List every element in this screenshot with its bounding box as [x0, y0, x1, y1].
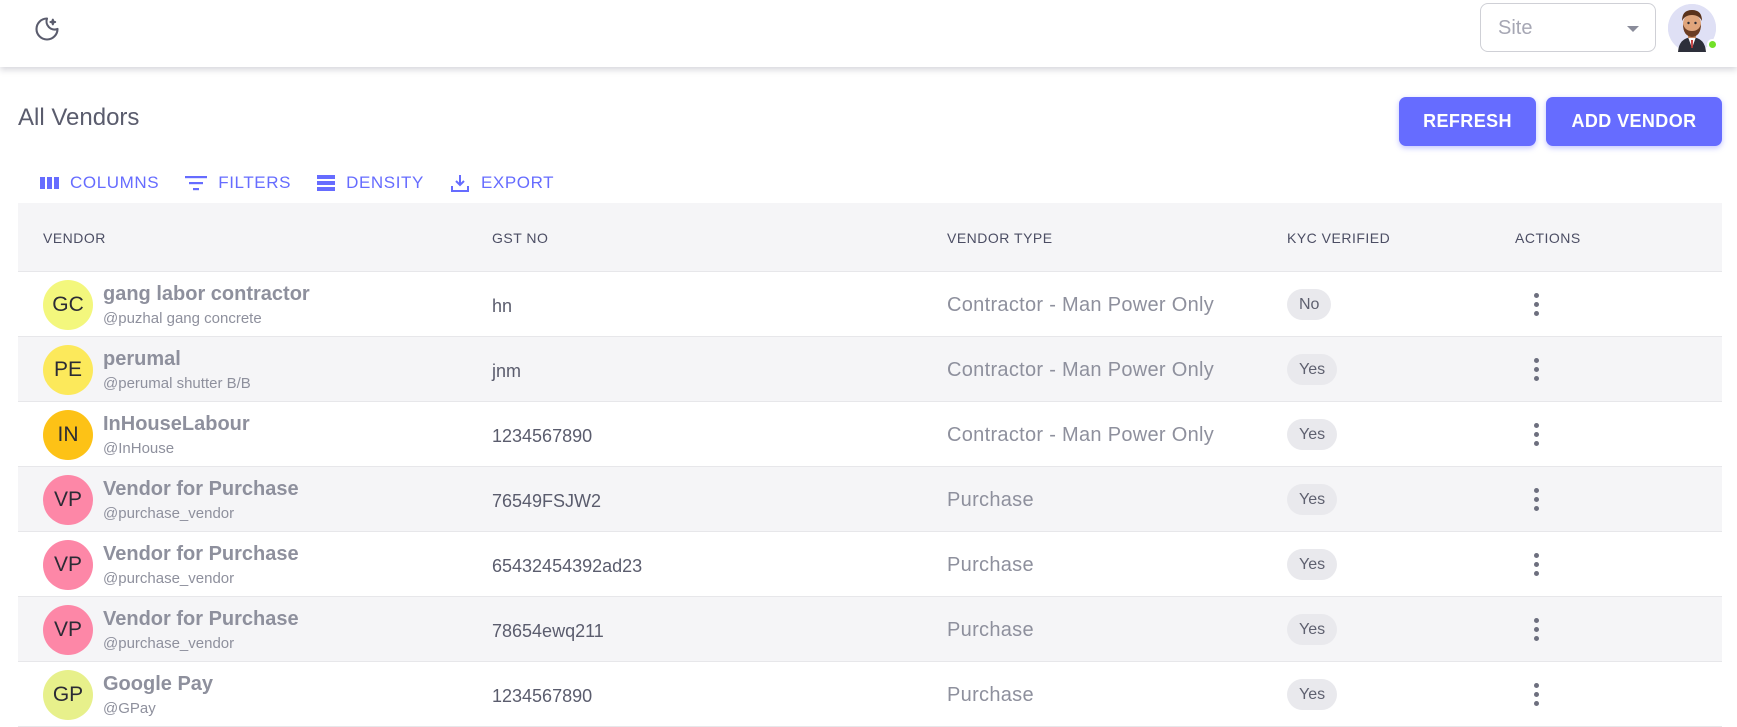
- filters-button[interactable]: FILTERS: [185, 173, 291, 193]
- header-actions: ACTIONS: [1515, 230, 1581, 246]
- columns-label: COLUMNS: [70, 173, 160, 192]
- export-label: EXPORT: [480, 173, 555, 192]
- vendor-type: Purchase: [947, 619, 1034, 641]
- vendor-name: InHouseLabour: [103, 413, 250, 435]
- site-select-placeholder: Site: [1498, 17, 1533, 39]
- kyc-status-badge: Yes: [1287, 419, 1338, 450]
- kyc-status-badge: Yes: [1287, 354, 1338, 385]
- table-row[interactable]: VP Vendor for Purchase @purchase_vendor …: [18, 467, 1722, 532]
- vendor-type: Purchase: [947, 684, 1034, 706]
- more-vertical-icon[interactable]: [1526, 289, 1546, 319]
- filters-label: FILTERS: [218, 173, 292, 192]
- gst-number: 1234567890: [492, 426, 593, 446]
- vendor-avatar: VP: [43, 540, 93, 590]
- table-row[interactable]: VP Vendor for Purchase @purchase_vendor …: [18, 532, 1722, 597]
- add-vendor-button[interactable]: ADD VENDOR: [1546, 97, 1722, 146]
- vendor-avatar: IN: [43, 410, 93, 460]
- page-title: All Vendors: [18, 104, 140, 131]
- gst-number: 78654ewq211: [492, 621, 604, 641]
- vendor-avatar: GC: [43, 280, 93, 330]
- vendor-type: Contractor - Man Power Only: [947, 294, 1215, 316]
- header-gst-no[interactable]: GST NO: [492, 230, 548, 246]
- header-vendor[interactable]: VENDOR: [43, 230, 106, 246]
- gst-number: 65432454392ad23: [492, 556, 643, 576]
- vendor-handle: @purchase_vendor: [103, 570, 235, 587]
- vendor-avatar: GP: [43, 670, 93, 720]
- table-row[interactable]: IN InHouseLabour @InHouse 1234567890 Con…: [18, 402, 1722, 467]
- kyc-status-badge: No: [1287, 289, 1332, 320]
- moon-stars-icon[interactable]: [30, 12, 64, 46]
- vendor-type: Contractor - Man Power Only: [947, 359, 1215, 381]
- more-vertical-icon[interactable]: [1526, 679, 1546, 709]
- vendor-name: perumal: [103, 348, 181, 370]
- more-vertical-icon[interactable]: [1526, 354, 1546, 384]
- vendor-avatar: VP: [43, 605, 93, 655]
- vendor-handle: @purchase_vendor: [103, 505, 235, 522]
- online-status-dot: [1707, 39, 1718, 50]
- table-header: VENDOR GST NO VENDOR TYPE KYC VERIFIED A…: [18, 203, 1722, 272]
- gst-number: jnm: [492, 361, 522, 381]
- vendor-name: gang labor contractor: [103, 283, 310, 305]
- vendor-name: Google Pay: [103, 673, 214, 695]
- columns-button[interactable]: COLUMNS: [40, 173, 159, 193]
- kyc-status-badge: Yes: [1287, 679, 1338, 710]
- vendor-type: Contractor - Man Power Only: [947, 424, 1215, 446]
- vendor-handle: @purchase_vendor: [103, 635, 235, 652]
- kyc-status-badge: Yes: [1287, 549, 1338, 580]
- header-vendor-type[interactable]: VENDOR TYPE: [947, 230, 1053, 246]
- table-row[interactable]: GC gang labor contractor @puzhal gang co…: [18, 272, 1722, 337]
- vendor-initials: GC: [52, 293, 84, 316]
- vendor-initials: VP: [53, 618, 82, 641]
- vendors-table: VENDOR GST NO VENDOR TYPE KYC VERIFIED A…: [18, 203, 1722, 727]
- export-button[interactable]: EXPORT: [450, 173, 554, 193]
- more-vertical-icon[interactable]: [1526, 484, 1546, 514]
- vendor-name: Vendor for Purchase: [103, 543, 299, 565]
- filter-icon: [185, 176, 208, 191]
- vendor-initials: GP: [52, 683, 84, 706]
- avatar[interactable]: [1668, 4, 1718, 52]
- vendor-initials: PE: [53, 358, 82, 381]
- vendor-avatar: PE: [43, 345, 93, 395]
- gst-number: 76549FSJW2: [492, 491, 602, 511]
- density-button[interactable]: DENSITY: [317, 173, 424, 193]
- table-body: GC gang labor contractor @puzhal gang co…: [18, 272, 1722, 727]
- vendor-avatar: VP: [43, 475, 93, 525]
- vendor-type: Purchase: [947, 489, 1034, 511]
- refresh-button[interactable]: REFRESH: [1399, 97, 1536, 146]
- gst-number: hn: [492, 296, 513, 316]
- top-app-bar: Site: [0, 0, 1737, 67]
- vendor-type: Purchase: [947, 554, 1034, 576]
- download-icon: [450, 175, 469, 192]
- vendor-handle: @puzhal gang concrete: [103, 310, 262, 327]
- vendor-handle: @GPay: [103, 700, 156, 717]
- density-icon: [317, 175, 336, 191]
- vendor-handle: @InHouse: [103, 440, 175, 457]
- more-vertical-icon[interactable]: [1526, 419, 1546, 449]
- table-row[interactable]: PE perumal @perumal shutter B/B jnm Cont…: [18, 337, 1722, 402]
- kyc-status-badge: Yes: [1287, 614, 1338, 645]
- grid-toolbar: COLUMNS FILTERS DENSITY EXPORT: [40, 170, 580, 196]
- table-row[interactable]: VP Vendor for Purchase @purchase_vendor …: [18, 597, 1722, 662]
- chevron-down-icon: [1627, 26, 1639, 32]
- density-label: DENSITY: [346, 173, 424, 192]
- vendor-initials: VP: [53, 488, 82, 511]
- vendor-name: Vendor for Purchase: [103, 478, 299, 500]
- more-vertical-icon[interactable]: [1526, 614, 1546, 644]
- site-select[interactable]: Site: [1480, 3, 1656, 52]
- gst-number: 1234567890: [492, 686, 593, 706]
- more-vertical-icon[interactable]: [1526, 549, 1546, 579]
- header-kyc-verified[interactable]: KYC VERIFIED: [1287, 230, 1390, 246]
- vendor-handle: @perumal shutter B/B: [103, 375, 251, 392]
- kyc-status-badge: Yes: [1287, 484, 1338, 515]
- vendor-initials: VP: [53, 553, 82, 576]
- table-row[interactable]: GP Google Pay @GPay 1234567890 Purchase …: [18, 662, 1722, 727]
- vendor-name: Vendor for Purchase: [103, 608, 299, 630]
- vendor-initials: IN: [57, 423, 79, 446]
- columns-icon: [40, 177, 59, 189]
